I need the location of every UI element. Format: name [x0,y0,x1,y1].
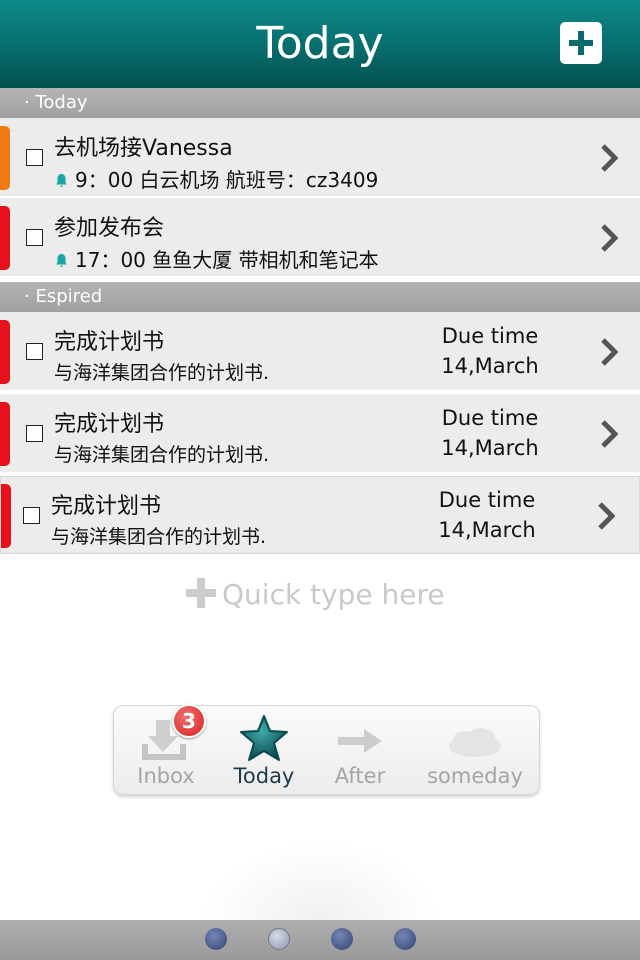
due-date: 14,March [441,354,539,378]
task-checkbox[interactable] [26,343,43,360]
chevron-right-icon[interactable] [600,223,618,253]
plus-icon [569,31,593,55]
task-row[interactable]: 完成计划书 与海洋集团合作的计划书. Due time 14,March [0,312,640,392]
top-nav-bar: Today [0,0,640,88]
task-row[interactable]: 去机场接Vanessa 9：00 白云机场 航班号：cz3409 [0,118,640,198]
priority-flag [0,320,10,384]
due-date: 14,March [441,436,539,460]
task-subtitle: 与海洋集团合作的计划书. [51,526,267,548]
arrow-right-icon [338,729,382,753]
tab-someday[interactable]: someday [410,706,540,796]
chevron-right-icon[interactable] [597,501,615,531]
task-title: 完成计划书 [51,494,162,519]
star-icon [240,715,288,761]
task-title: 去机场接Vanessa [54,136,233,161]
tab-today[interactable]: Today [218,706,310,796]
task-title: 完成计划书 [54,330,165,355]
quick-add-placeholder: Quick type here [222,578,445,611]
priority-flag [0,402,10,466]
due-label: Due time [441,406,539,430]
page-title: Today [256,18,384,69]
task-reminder: 17：00 鱼鱼大厦 带相机和笔记本 [54,244,379,273]
task-checkbox[interactable] [26,425,43,442]
task-subtitle: 与海洋集团合作的计划书. [54,444,270,466]
due-date: 14,March [438,518,536,542]
task-checkbox[interactable] [26,149,43,166]
task-row[interactable]: 完成计划书 与海洋集团合作的计划书. Due time 14,March [0,476,640,554]
task-title: 完成计划书 [54,412,165,437]
task-reminder: 9：00 白云机场 航班号：cz3409 [54,164,378,193]
tab-bar: 3 Inbox Today After someday [113,704,540,796]
app-screen: Today · Today 去机场接Vanessa 9：00 白云机场 航班号：… [0,0,640,960]
priority-flag [1,484,11,548]
page-dot[interactable] [205,928,227,950]
bell-icon [56,174,67,188]
task-checkbox[interactable] [23,507,40,524]
page-dot[interactable] [394,928,416,950]
tab-after[interactable]: After [310,706,410,796]
cloud-icon [449,728,501,757]
task-time: 17：00 [75,248,146,272]
task-row[interactable]: 参加发布会 17：00 鱼鱼大厦 带相机和笔记本 [0,198,640,278]
task-row[interactable]: 完成计划书 与海洋集团合作的计划书. Due time 14,March [0,394,640,474]
tab-label: Today [233,764,295,788]
due-label: Due time [441,324,539,348]
page-dot[interactable] [331,928,353,950]
decorative-glow [200,840,440,920]
section-header-expired: · Espired [0,282,640,312]
task-subtitle: 与海洋集团合作的计划书. [54,362,270,384]
tab-label: someday [427,764,523,788]
task-checkbox[interactable] [26,229,43,246]
page-indicator-bar [0,920,640,960]
section-header-today: · Today [0,88,640,118]
task-detail: 鱼鱼大厦 带相机和笔记本 [152,248,379,272]
chevron-right-icon[interactable] [600,337,618,367]
due-label: Due time [438,488,536,512]
tab-label: After [334,764,386,788]
inbox-badge: 3 [172,704,206,738]
chevron-right-icon[interactable] [600,143,618,173]
priority-flag [0,206,10,270]
quick-add-input[interactable]: Quick type here [186,578,445,614]
tab-label: Inbox [137,764,195,788]
task-time: 9：00 [75,168,134,192]
plus-icon [186,578,216,608]
tab-inbox[interactable]: 3 Inbox [114,704,218,796]
page-dot-active[interactable] [268,928,290,950]
chevron-right-icon[interactable] [600,419,618,449]
bell-icon [56,254,67,268]
add-task-button[interactable] [560,22,602,64]
task-title: 参加发布会 [54,216,165,241]
priority-flag [0,126,10,190]
task-detail: 白云机场 航班号：cz3409 [139,168,379,192]
